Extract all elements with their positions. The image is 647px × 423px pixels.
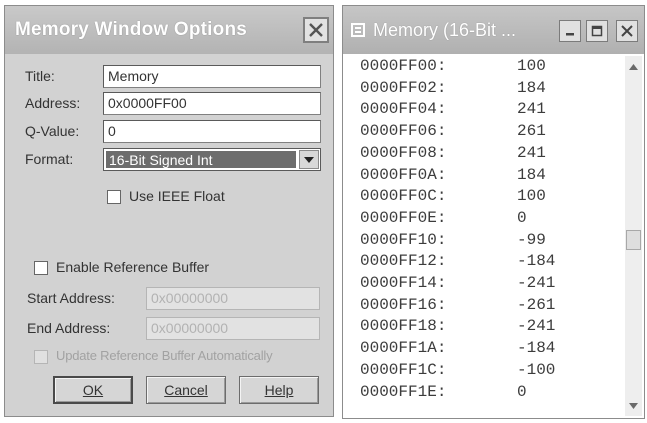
cancel-button[interactable]: Cancel [146,376,226,404]
scroll-thumb[interactable] [626,230,641,250]
window-close-button[interactable] [616,20,638,42]
use-ieee-float-label: Use IEEE Float [129,188,225,204]
memory-address: 0000FF1A: [360,339,447,358]
memory-value: -241 [517,274,556,292]
memory-value: 184 [517,78,546,97]
memory-address: 0000FF10: [360,230,447,249]
memory-value: 0 [517,382,527,401]
memory-address: 0000FF00: [360,57,447,75]
memory-address: 0000FF1E: [360,382,447,401]
start-address-field[interactable]: 0x00000000 [146,287,320,310]
maximize-button[interactable] [586,20,608,42]
format-select[interactable]: 16-Bit Signed Int [103,148,321,171]
title-label: Title: [25,68,55,84]
ok-button[interactable]: OK [53,376,133,404]
memory-value: -184 [517,339,556,358]
ok-button-label: OK [82,382,104,398]
memory-address: 0000FF14: [360,274,447,292]
memory-window-body: 0000FF00: 100 0000FF02: 184 0000FF04: 241 0000… [342,54,645,419]
memory-value: -261 [517,295,556,314]
memory-window-options-dialog: Memory Window Options Title: Memory Addr… [0,0,336,421]
format-label: Format: [25,151,74,167]
memory-window-title: Memory (16-Bit ... [373,20,517,40]
qvalue-label: Q-Value: [25,123,80,139]
maximize-icon [591,25,603,37]
memory-address: 0000FF18: [360,317,447,336]
qvalue-field[interactable]: 0 [103,120,321,143]
enable-reference-buffer-checkbox[interactable] [34,261,48,275]
memory-address: 0000FF1C: [360,360,447,379]
memory-value: 184 [517,165,546,184]
dialog-titlebar[interactable]: Memory Window Options [4,5,334,55]
use-ieee-float-checkbox[interactable] [107,190,121,204]
update-reference-buffer-checkbox[interactable] [34,350,48,364]
memory-value: -100 [517,360,556,379]
format-dropdown-button[interactable] [299,150,319,169]
memory-address: 0000FF06: [360,122,447,141]
memory-address: 0000FF08: [360,143,447,162]
memory-value: -99 [517,230,546,249]
memory-address: 0000FF0A: [360,165,447,184]
memory-value: 0 [517,208,527,227]
start-address-label: Start Address: [27,290,115,306]
minimize-icon [566,33,574,36]
memory-value: 241 [517,100,546,119]
chevron-down-icon [629,402,638,409]
close-icon [309,23,323,37]
scroll-up-button[interactable] [625,58,642,75]
memory-value: 100 [517,57,546,75]
help-button[interactable]: Help [239,376,319,404]
scroll-down-button[interactable] [625,397,642,414]
memory-window-icon [351,23,365,37]
vertical-scrollbar[interactable] [625,56,642,416]
memory-address: 0000FF02: [360,78,447,97]
memory-address: 0000FF12: [360,252,447,271]
memory-value: -184 [517,252,556,271]
close-icon [621,25,633,37]
memory-address: 0000FF0E: [360,208,447,227]
memory-address: 0000FF0C: [360,187,447,206]
enable-reference-buffer-label: Enable Reference Buffer [56,259,210,275]
chevron-up-icon [629,63,638,70]
memory-value: 241 [517,143,546,162]
memory-window-titlebar[interactable]: Memory (16-Bit ... [342,5,645,55]
dialog-body: Title: Memory Address: 0x0000FF00 Q-Valu… [4,54,334,417]
memory-value: 100 [517,187,546,206]
end-address-field[interactable]: 0x00000000 [146,317,320,340]
minimize-button[interactable] [559,20,581,42]
help-button-label: Help [264,382,294,398]
end-address-label: End Address: [27,320,111,336]
close-button[interactable] [303,17,329,43]
cancel-button-label: Cancel [164,382,208,398]
update-reference-buffer-label: Update Reference Buffer Automatically [56,348,273,363]
memory-value: 261 [517,122,546,141]
address-label: Address: [25,95,81,111]
memory-window: Memory (16-Bit ... 0000FF00: 100 0000FF02:… [342,0,647,421]
memory-address: 0000FF04: [360,100,447,119]
format-selected-value: 16-Bit Signed Int [106,151,296,168]
memory-value: -241 [517,317,556,336]
memory-address: 0000FF16: [360,295,447,314]
chevron-down-icon [304,156,314,163]
address-field[interactable]: 0x0000FF00 [103,92,321,115]
dialog-title: Memory Window Options [15,19,248,40]
title-field[interactable]: Memory [103,65,321,88]
